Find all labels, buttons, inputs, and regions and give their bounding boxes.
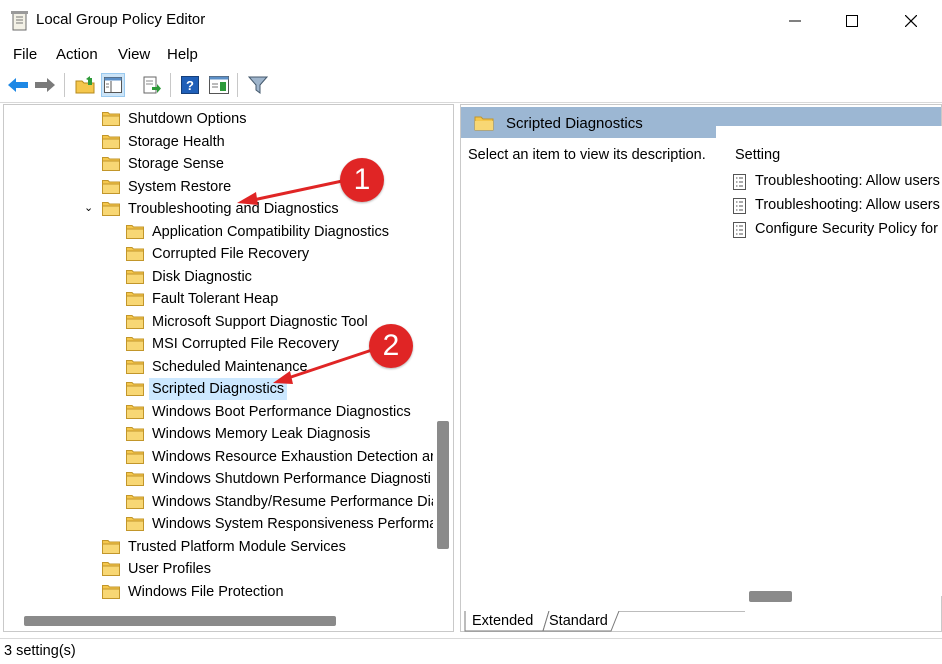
tab-extended[interactable]: Extended xyxy=(472,613,533,629)
settings-list: Troubleshooting: Allow users Troubleshoot… xyxy=(0,0,942,663)
policy-setting-icon xyxy=(733,198,746,214)
setting-name: Troubleshooting: Allow users xyxy=(755,173,940,189)
status-text: 3 setting(s) xyxy=(4,643,76,659)
view-tabs: Extended Standard xyxy=(463,611,745,634)
setting-name: Troubleshooting: Allow users xyxy=(755,197,940,213)
tab-standard[interactable]: Standard xyxy=(549,613,608,629)
status-bar xyxy=(0,638,942,664)
details-horizontal-scrollbar[interactable] xyxy=(749,591,792,602)
annotation-badge-2: 2 xyxy=(369,324,413,368)
annotation-badge-1: 1 xyxy=(340,158,384,202)
policy-setting-icon xyxy=(733,174,746,190)
policy-setting-icon xyxy=(733,222,746,238)
setting-name: Configure Security Policy for xyxy=(755,221,938,237)
